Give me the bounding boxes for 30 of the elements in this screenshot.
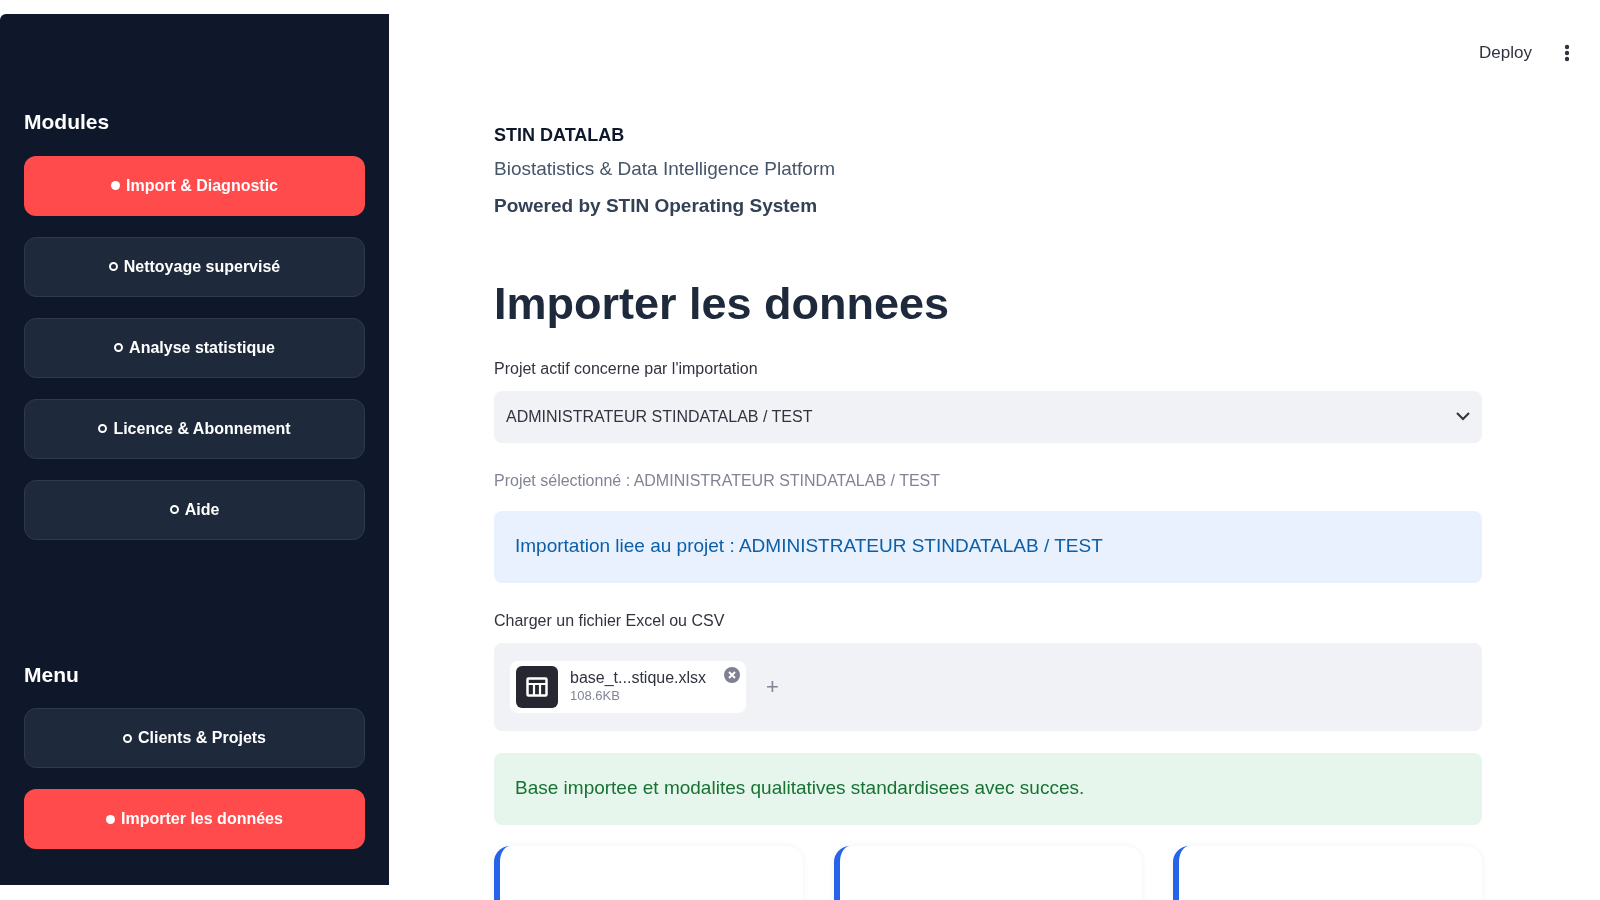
more-icon[interactable] [1564, 43, 1570, 62]
sidebar-item[interactable]: Nettoyage supervisé [24, 236, 365, 297]
powered-by-text: Powered by STIN Operating System [494, 193, 819, 218]
field-label: Projet actif concerne par l'importation [494, 358, 759, 379]
ring-icon [114, 343, 124, 352]
section-title: Menu [24, 661, 80, 688]
info-alert: Importation liee au projet : ADMINISTRATEUR STINDATALAB / TEST [494, 510, 1482, 583]
ring-icon [123, 733, 132, 743]
subtitle: Biostatistics & Data Intelligence Platform [494, 157, 837, 181]
deploy-button[interactable]: Deploy [1479, 40, 1532, 66]
brand-title: STIN DATALAB [494, 124, 626, 147]
sidebar-item[interactable]: Licence & Abonnement [24, 398, 365, 459]
project-dropdown[interactable]: ADMINISTRATEUR STINDATALAB / TEST [494, 390, 1482, 443]
field-label: Charger un fichier Excel ou CSV [494, 610, 726, 631]
chevron-down-icon [1456, 412, 1470, 421]
success-alert: Base importee et modalites qualitatives standardisees avec succes. [494, 752, 1482, 825]
sidebar-item[interactable]: Analyse statistique [24, 317, 365, 378]
file-name: base_t...stique.xlsx [570, 668, 707, 689]
caption-text: Projet sélectionné : ADMINISTRATEUR STINDATALAB / TEST [494, 470, 942, 491]
ring-icon [169, 505, 179, 514]
spreadsheet-icon [516, 665, 558, 708]
sidebar-item[interactable]: Aide [24, 479, 365, 540]
sidebar-item[interactable]: Clients & Projets [24, 708, 365, 768]
section-title: Modules [24, 109, 111, 135]
close-icon[interactable] [724, 666, 740, 683]
ring-icon [98, 424, 108, 433]
file-uploader[interactable]: base_t...stique.xlsx 108.6KB + [494, 642, 1482, 731]
page-title: Importer les donnees [494, 277, 951, 331]
ring-icon [108, 262, 118, 271]
file-size: 108.6KB [570, 688, 621, 705]
